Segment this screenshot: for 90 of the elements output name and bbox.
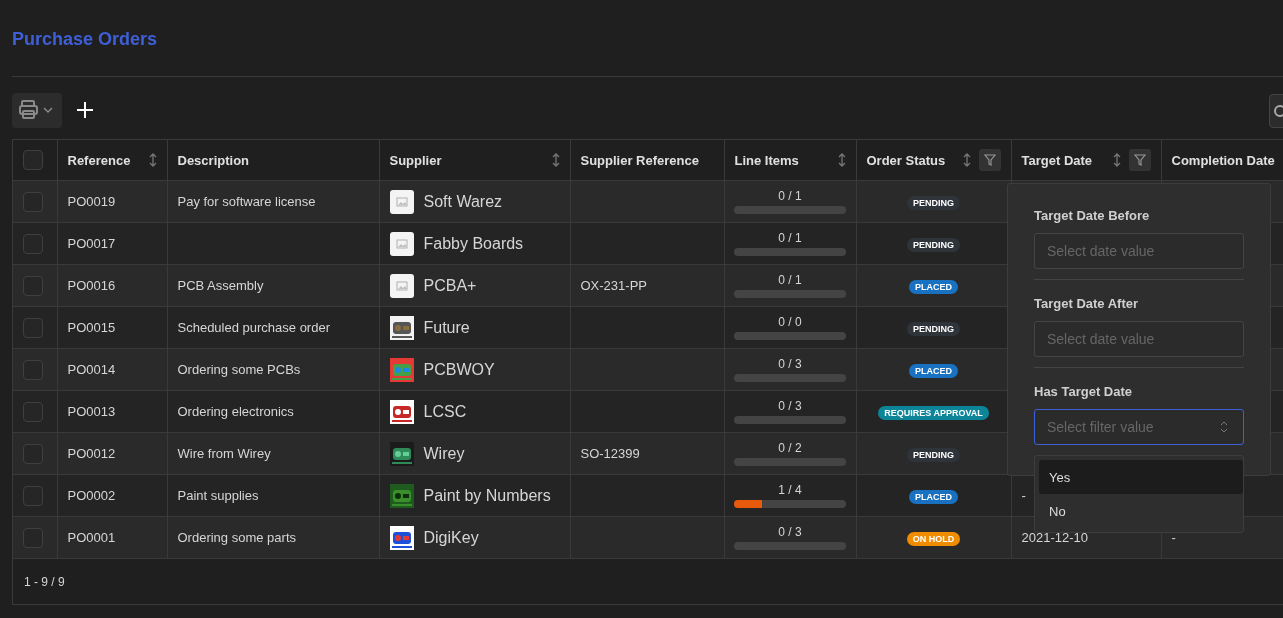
filter-button[interactable] bbox=[1128, 149, 1151, 171]
image-placeholder-icon bbox=[389, 189, 414, 214]
line-items-count: 0 / 1 bbox=[778, 273, 802, 287]
table-cell: PO0019 bbox=[67, 194, 116, 209]
table-cell: Wire from Wirey bbox=[177, 446, 271, 461]
column-header[interactable]: Supplier bbox=[389, 152, 442, 168]
supplier-name: PCBWOY bbox=[423, 360, 495, 379]
pagination-text: 1 - 9 / 9 bbox=[24, 574, 65, 589]
row-checkbox[interactable] bbox=[23, 317, 43, 338]
image-placeholder-icon bbox=[389, 273, 414, 298]
supplier-name: Soft Warez bbox=[423, 192, 503, 211]
filter-icon bbox=[1133, 154, 1146, 166]
status-badge: PENDING bbox=[907, 447, 960, 462]
line-items-count: 1 / 4 bbox=[778, 483, 802, 497]
table-cell: Scheduled purchase order bbox=[177, 320, 330, 335]
table-cell: Paint supplies bbox=[177, 488, 259, 503]
column-header[interactable]: Line Items bbox=[734, 152, 799, 168]
table-cell: Pay for software license bbox=[177, 194, 316, 209]
table-cell: Ordering some PCBs bbox=[177, 362, 301, 377]
table-cell: PO0012 bbox=[67, 446, 116, 461]
date-field[interactable]: Select date value bbox=[1034, 321, 1244, 357]
filter-label: Has Target Date bbox=[1034, 384, 1133, 399]
page-title: Purchase Orders bbox=[11, 28, 159, 51]
line-items-count: 0 / 3 bbox=[778, 525, 802, 539]
table-cell: Ordering some parts bbox=[177, 530, 296, 545]
select-field[interactable]: Select filter value bbox=[1034, 409, 1244, 445]
status-badge: REQUIRES APPROVAL bbox=[878, 405, 989, 420]
line-items-count: 0 / 2 bbox=[778, 441, 802, 455]
sort-icon[interactable] bbox=[837, 153, 846, 167]
filter-label: Target Date After bbox=[1034, 296, 1140, 311]
row-checkbox[interactable] bbox=[23, 443, 43, 464]
table-cell: PO0013 bbox=[67, 404, 116, 419]
status-badge: PLACED bbox=[909, 489, 958, 504]
supplier-name: PCBA+ bbox=[423, 276, 477, 295]
print-menu-button[interactable] bbox=[12, 92, 62, 128]
row-checkbox[interactable] bbox=[23, 233, 43, 254]
table-cell: - bbox=[1021, 488, 1026, 503]
table-cell: PO0001 bbox=[67, 530, 116, 545]
table-cell: PO0016 bbox=[67, 278, 116, 293]
table-cell: PCB Assembly bbox=[177, 278, 264, 293]
row-checkbox[interactable] bbox=[23, 191, 43, 212]
table-cell: PO0017 bbox=[67, 236, 116, 251]
column-header[interactable]: Description bbox=[177, 152, 249, 168]
line-items-count: 0 / 0 bbox=[778, 315, 802, 329]
line-items-count: 0 / 1 bbox=[778, 189, 802, 203]
printer-icon bbox=[18, 98, 56, 122]
dropdown-option[interactable]: Yes bbox=[1039, 460, 1243, 494]
filter-button[interactable] bbox=[978, 149, 1001, 171]
image-placeholder-icon bbox=[389, 231, 414, 256]
table-cell: PO0014 bbox=[67, 362, 116, 377]
status-badge: PENDING bbox=[907, 237, 960, 252]
column-header[interactable]: Target Date bbox=[1021, 152, 1093, 168]
supplier-name: Paint by Numbers bbox=[423, 486, 551, 505]
row-checkbox[interactable] bbox=[23, 275, 43, 296]
row-checkbox[interactable] bbox=[23, 359, 43, 380]
supplier-name: Future bbox=[423, 318, 470, 337]
status-badge: PENDING bbox=[907, 195, 960, 210]
supplier-name: DigiKey bbox=[423, 528, 479, 547]
supplier-name: Fabby Boards bbox=[423, 234, 524, 253]
table-cell: PO0002 bbox=[67, 488, 116, 503]
table-cell: Ordering electronics bbox=[177, 404, 294, 419]
sort-icon[interactable] bbox=[962, 153, 971, 167]
supplier-name: Wirey bbox=[423, 444, 465, 463]
supplier-name: LCSC bbox=[423, 402, 467, 421]
select-all-checkbox[interactable] bbox=[23, 150, 43, 170]
table-cell: PO0015 bbox=[67, 320, 116, 335]
line-items-count: 0 / 3 bbox=[778, 399, 802, 413]
line-items-count: 0 / 1 bbox=[778, 231, 802, 245]
line-items-count: 0 / 3 bbox=[778, 357, 802, 371]
sort-icon[interactable] bbox=[1112, 153, 1121, 167]
search-icon bbox=[1272, 104, 1283, 118]
table-cell: - bbox=[1171, 530, 1176, 545]
row-checkbox[interactable] bbox=[23, 401, 43, 422]
status-badge: PLACED bbox=[909, 363, 958, 378]
table-cell: SO-12399 bbox=[580, 446, 640, 461]
table-cell: 2021-12-10 bbox=[1021, 530, 1088, 545]
chevron-icon bbox=[1220, 421, 1228, 433]
date-field[interactable]: Select date value bbox=[1034, 233, 1244, 269]
dropdown-option[interactable]: No bbox=[1039, 494, 1243, 528]
row-checkbox[interactable] bbox=[23, 527, 43, 548]
add-icon[interactable] bbox=[76, 101, 94, 119]
filter-icon bbox=[983, 154, 996, 166]
status-badge: PENDING bbox=[907, 321, 960, 336]
status-badge: PLACED bbox=[909, 279, 958, 294]
row-checkbox[interactable] bbox=[23, 485, 43, 506]
status-badge: ON HOLD bbox=[906, 531, 961, 546]
sort-icon[interactable] bbox=[551, 153, 560, 167]
filter-label: Target Date Before bbox=[1034, 208, 1151, 223]
table-cell: OX-231-PP bbox=[580, 278, 647, 293]
sort-icon[interactable] bbox=[148, 153, 157, 167]
